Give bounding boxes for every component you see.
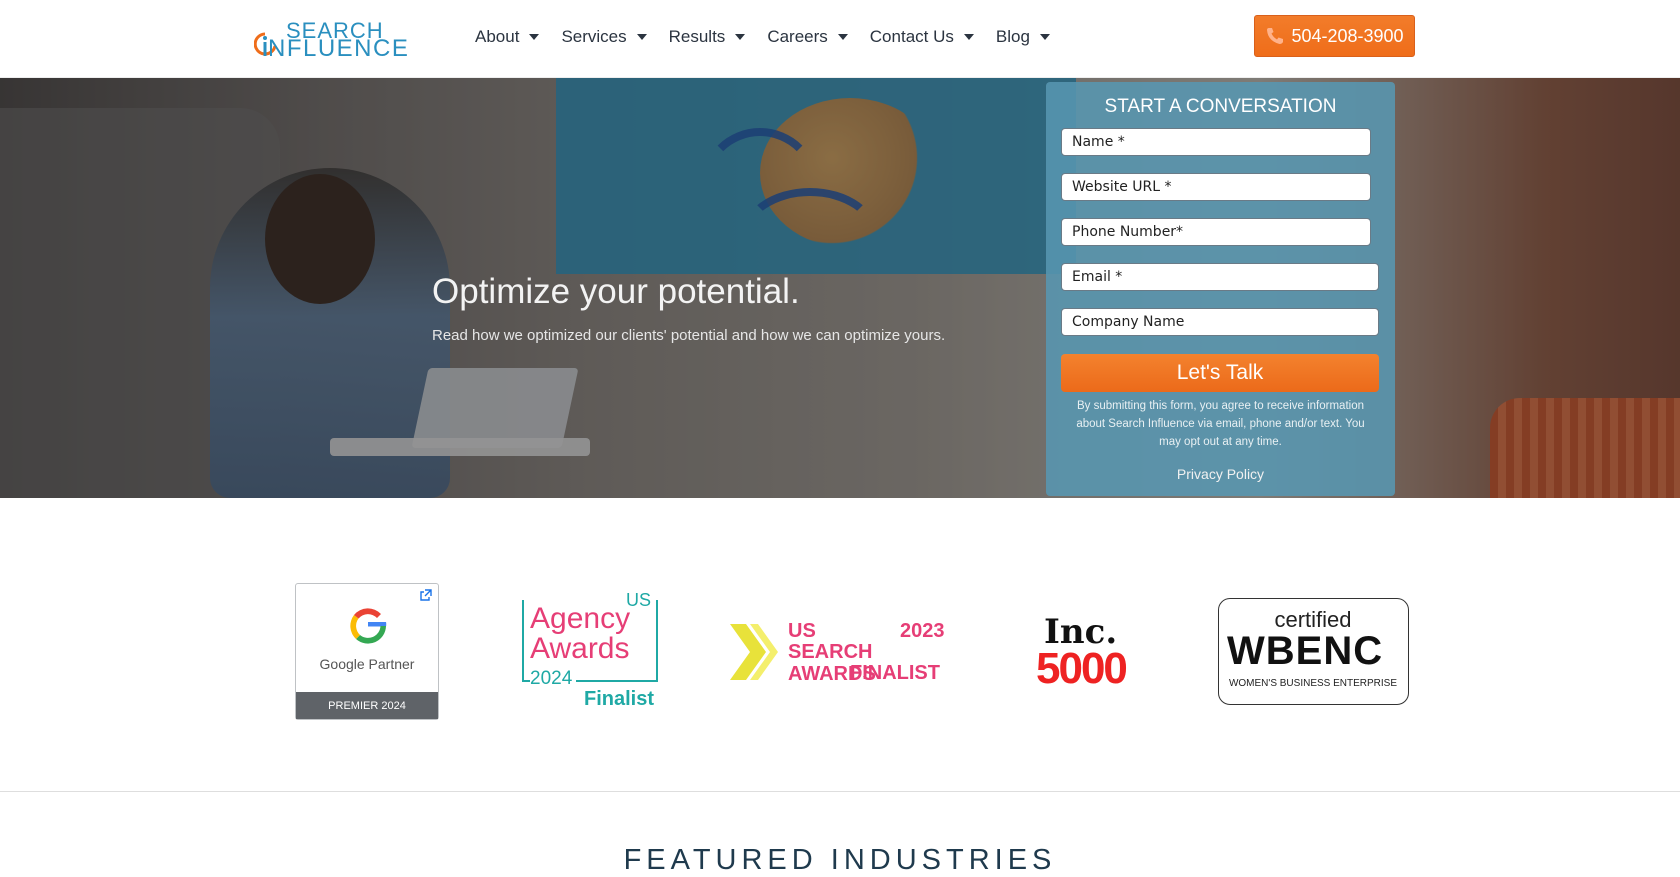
google-partner-label: Google Partner	[319, 656, 415, 672]
chevron-logo-icon	[730, 624, 778, 680]
privacy-policy-link[interactable]: Privacy Policy	[1046, 466, 1395, 482]
phone-icon	[1267, 28, 1284, 44]
nav-results-label: Results	[668, 27, 726, 46]
logo-text-bottom: NFLUENCE	[268, 35, 410, 62]
agency-line2: Awards	[530, 632, 630, 665]
hero-subtitle: Read how we optimized our clients' poten…	[432, 327, 946, 344]
caret-down-icon	[1039, 34, 1050, 40]
form-title: START A CONVERSATION	[1104, 96, 1337, 117]
phone-number-field[interactable]	[1061, 218, 1371, 246]
caret-down-icon	[735, 34, 746, 40]
nav-careers-label: Careers	[767, 27, 828, 46]
name-field[interactable]	[1061, 128, 1371, 156]
ussearch-us: US	[788, 620, 816, 642]
caret-down-icon	[529, 34, 540, 40]
nav-careers[interactable]: Careers	[767, 27, 848, 47]
nav-about-label: About	[475, 27, 520, 46]
caret-down-icon	[963, 34, 974, 40]
contact-form: START A CONVERSATION Let's Talk By submi…	[1046, 82, 1395, 496]
hero-banner: Optimize your potential. Read how we opt…	[0, 78, 1680, 498]
nav-results[interactable]: Results	[669, 27, 746, 47]
nav-services[interactable]: Services	[561, 27, 647, 47]
inc-5000-badge: Inc. 5000	[1036, 612, 1140, 693]
website-url-field[interactable]	[1061, 173, 1371, 201]
top-nav: SEARCH NFLUENCE About Services Results C…	[0, 0, 1680, 78]
google-g-icon	[350, 608, 387, 644]
form-disclaimer: By submitting this form, you agree to re…	[1076, 400, 1365, 448]
phone-number: 504-208-3900	[1291, 25, 1404, 46]
agency-year: 2024	[530, 668, 577, 690]
agency-line1: Agency	[530, 602, 631, 635]
company-name-field[interactable]	[1061, 308, 1379, 336]
wbenc-certified-badge: certified WBENC WOMEN'S BUSINESS ENTERPR…	[1218, 598, 1409, 705]
featured-industries-heading: FEATURED INDUSTRIES	[623, 844, 1057, 876]
inc-number: 5000	[1036, 644, 1128, 693]
nav-blog-label: Blog	[995, 27, 1030, 46]
awards-strip: Google Partner PREMIER 2024 US Agency Aw…	[0, 498, 1680, 792]
external-link-icon	[420, 589, 432, 601]
nav-about[interactable]: About	[475, 27, 540, 47]
search-influence-logo[interactable]: SEARCH NFLUENCE	[254, 18, 438, 62]
nav-services-label: Services	[561, 27, 627, 46]
hero-overlay	[0, 78, 1680, 498]
caret-down-icon	[837, 34, 848, 40]
ussearch-finalist: FINALIST	[850, 662, 940, 684]
nav-contact-label: Contact Us	[869, 27, 954, 46]
google-premier-label: PREMIER 2024	[296, 692, 438, 719]
hero-title: Optimize your potential.	[432, 272, 800, 311]
call-phone-button[interactable]: 504-208-3900	[1254, 15, 1415, 57]
us-search-awards-badge: US 2023 SEARCH AWARDS FINALIST	[728, 616, 954, 688]
caret-down-icon	[636, 34, 647, 40]
us-agency-awards-badge: US Agency Awards 2024 Finalist	[520, 590, 670, 712]
wbenc-subtitle: WOMEN'S BUSINESS ENTERPRISE	[1228, 678, 1398, 689]
lets-talk-button[interactable]: Let's Talk	[1061, 354, 1379, 392]
ussearch-year: 2023	[900, 620, 945, 642]
nav-blog[interactable]: Blog	[996, 27, 1050, 47]
agency-finalist: Finalist	[584, 688, 655, 710]
email-field[interactable]	[1061, 263, 1379, 291]
main-menu: About Services Results Careers Contact U…	[475, 27, 1050, 47]
nav-contact-us[interactable]: Contact Us	[870, 27, 974, 47]
wbenc-title: WBENC	[1227, 629, 1384, 673]
google-partner-badge[interactable]: Google Partner PREMIER 2024	[295, 583, 439, 720]
